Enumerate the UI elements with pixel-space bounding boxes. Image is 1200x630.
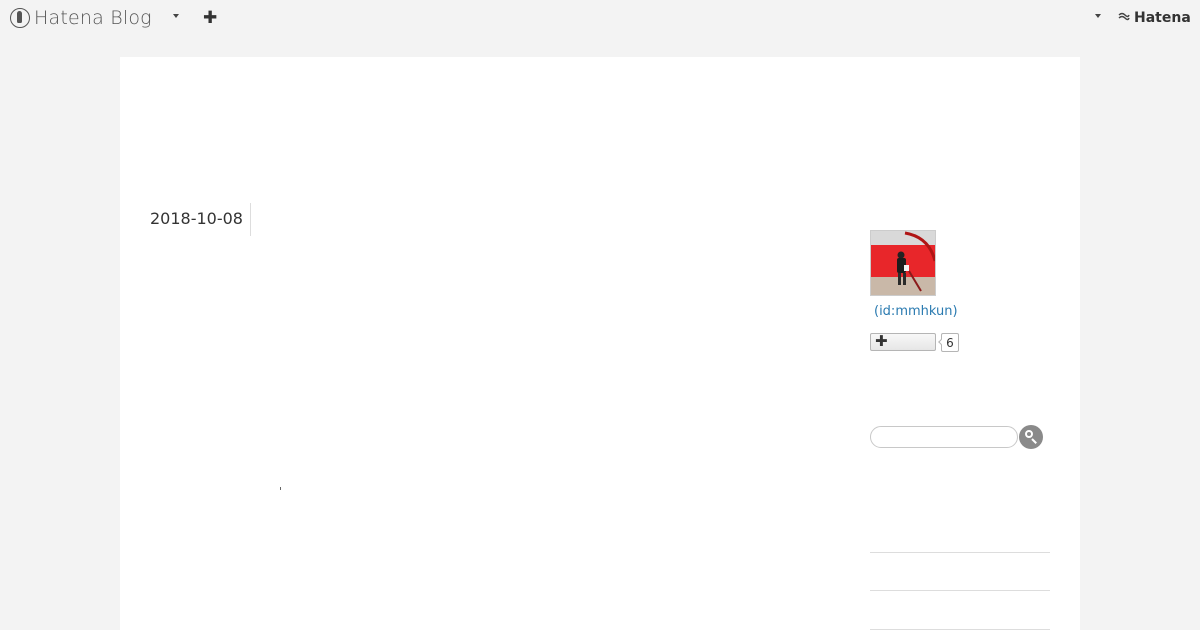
author-id-link[interactable]: (id:mmhkun) — [874, 304, 958, 319]
search-input[interactable] — [870, 426, 1018, 448]
brand-text: Hatena Blog — [34, 7, 152, 29]
account-menu-chevron-down-icon[interactable] — [1095, 14, 1101, 18]
content-mark — [280, 487, 281, 490]
hatena-link[interactable]: Hatena — [1118, 10, 1191, 26]
subscribe-button[interactable]: ✚ — [870, 332, 936, 351]
global-header: Hatena Blog ✚ Hatena — [0, 0, 1200, 38]
search-button[interactable] — [1019, 425, 1043, 449]
hatena-logo-icon — [1118, 12, 1130, 25]
hatena-blog-logo-icon — [10, 8, 30, 28]
plus-icon: ✚ — [875, 332, 888, 350]
subscriber-count: 6 — [941, 333, 959, 352]
avatar-image — [871, 231, 935, 295]
hatena-blog-brand-link[interactable]: Hatena Blog — [10, 7, 152, 29]
search-icon — [1025, 430, 1033, 438]
hatena-label: Hatena — [1134, 10, 1191, 26]
sidebar-divider — [870, 590, 1050, 591]
entry-date[interactable]: 2018-10-08 — [150, 209, 243, 228]
blog-menu-chevron-down-icon[interactable] — [173, 14, 179, 18]
blog-main-container: 2018-10-08 (id:mmhkun) ✚ 6 — [120, 57, 1080, 630]
author-avatar[interactable] — [870, 230, 936, 296]
sidebar-divider — [870, 552, 1050, 553]
date-divider — [250, 203, 251, 236]
new-post-plus-icon[interactable]: ✚ — [203, 9, 217, 27]
